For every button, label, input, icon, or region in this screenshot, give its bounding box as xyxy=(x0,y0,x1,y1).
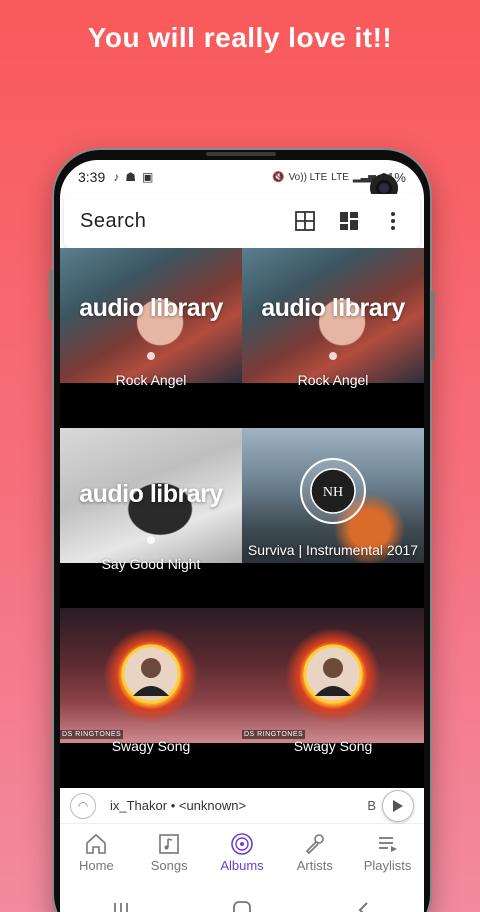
watermark-text: audio library xyxy=(79,480,223,508)
lte-label: LTE xyxy=(331,171,349,183)
play-button[interactable] xyxy=(382,789,414,822)
tab-label: Albums xyxy=(220,857,264,873)
mini-player[interactable]: ◠ ix_Thakor • <unknown> B xyxy=(60,788,424,824)
tab-home[interactable]: Home xyxy=(60,824,133,880)
search-label[interactable]: Search xyxy=(80,210,146,233)
promo-headline: You will really love it!! xyxy=(87,22,393,53)
system-nav-bar xyxy=(60,880,424,912)
play-icon xyxy=(393,799,403,812)
album-tile[interactable]: NH Surviva | Instrumental 2017 xyxy=(242,428,424,608)
home-nav-button[interactable] xyxy=(222,895,262,912)
search-bar[interactable]: Search xyxy=(64,194,420,248)
album-tile[interactable]: DS RINGTONES Swagy Song xyxy=(60,608,242,788)
more-options-icon[interactable] xyxy=(382,210,404,232)
tab-artists[interactable]: Artists xyxy=(278,824,351,880)
watermark-dot xyxy=(147,352,155,360)
back-button[interactable] xyxy=(343,895,383,912)
tab-label: Artists xyxy=(296,857,333,873)
avatar xyxy=(121,644,181,704)
tab-label: Songs xyxy=(150,857,188,873)
phone-speaker xyxy=(206,152,276,156)
now-playing-tail: B xyxy=(367,798,376,813)
tab-albums[interactable]: Albums xyxy=(206,824,279,880)
album-title: Rock Angel xyxy=(297,372,369,388)
album-title: Swagy Song xyxy=(111,738,191,754)
watermark-text: audio library xyxy=(261,294,405,322)
music-note-icon: ♪ xyxy=(113,170,120,184)
tab-playlists[interactable]: Playlists xyxy=(351,824,424,880)
mute-icon: 🔇 xyxy=(272,171,285,183)
phone-volume-button xyxy=(49,270,53,320)
album-title: Swagy Song xyxy=(293,738,373,754)
album-tile[interactable]: audio library Rock Angel xyxy=(60,248,242,428)
app-screen: 3:39 ♪ ☗ ▣ 🔇 Vo)) LTE LTE ▂▃▅ 61% Search xyxy=(60,160,424,912)
home-circle-icon xyxy=(233,901,251,912)
artist-logo-icon: NH xyxy=(300,458,366,524)
recents-button[interactable] xyxy=(101,895,141,912)
avatar xyxy=(303,644,363,704)
network-label: Vo)) LTE xyxy=(288,171,328,183)
album-thumb-icon[interactable]: ◠ xyxy=(70,792,96,819)
recents-icon xyxy=(113,903,128,912)
home-icon xyxy=(86,833,107,854)
watermark-text: audio library xyxy=(79,294,223,322)
album-title: Surviva | Instrumental 2017 xyxy=(247,542,419,558)
tab-label: Playlists xyxy=(363,857,412,873)
back-chevron-icon xyxy=(358,902,369,912)
watermark-dot xyxy=(147,536,155,544)
phone-side-button xyxy=(431,290,435,360)
layout-icon[interactable] xyxy=(338,210,360,232)
album-title: Rock Angel xyxy=(115,372,187,388)
music-note-icon xyxy=(159,833,179,854)
album-tile[interactable]: DS RINGTONES Swagy Song xyxy=(242,608,424,788)
now-playing-title: ix_Thakor • <unknown> xyxy=(110,798,247,813)
microphone-icon xyxy=(305,833,324,854)
album-tile[interactable]: audio library Rock Angel xyxy=(242,248,424,428)
album-grid: audio library Rock Angel audio library R… xyxy=(60,248,424,788)
playlist-icon xyxy=(378,836,397,852)
watermark-dot xyxy=(329,352,337,360)
album-title: Say Good Night xyxy=(101,556,201,572)
svg-text:NH: NH xyxy=(323,485,343,500)
grid-view-icon[interactable] xyxy=(294,210,316,232)
bottom-tab-bar: Home Songs Albums Artists Playlists xyxy=(60,824,424,880)
image-icon: ▣ xyxy=(142,170,154,184)
album-tile[interactable]: audio library Say Good Night xyxy=(60,428,242,608)
disc-icon xyxy=(231,832,253,855)
notification-icon: ☗ xyxy=(125,170,137,184)
tab-label: Home xyxy=(79,857,114,873)
tab-songs[interactable]: Songs xyxy=(133,824,206,880)
phone-frame: 3:39 ♪ ☗ ▣ 🔇 Vo)) LTE LTE ▂▃▅ 61% Search xyxy=(49,150,435,912)
status-time: 3:39 xyxy=(78,169,106,185)
